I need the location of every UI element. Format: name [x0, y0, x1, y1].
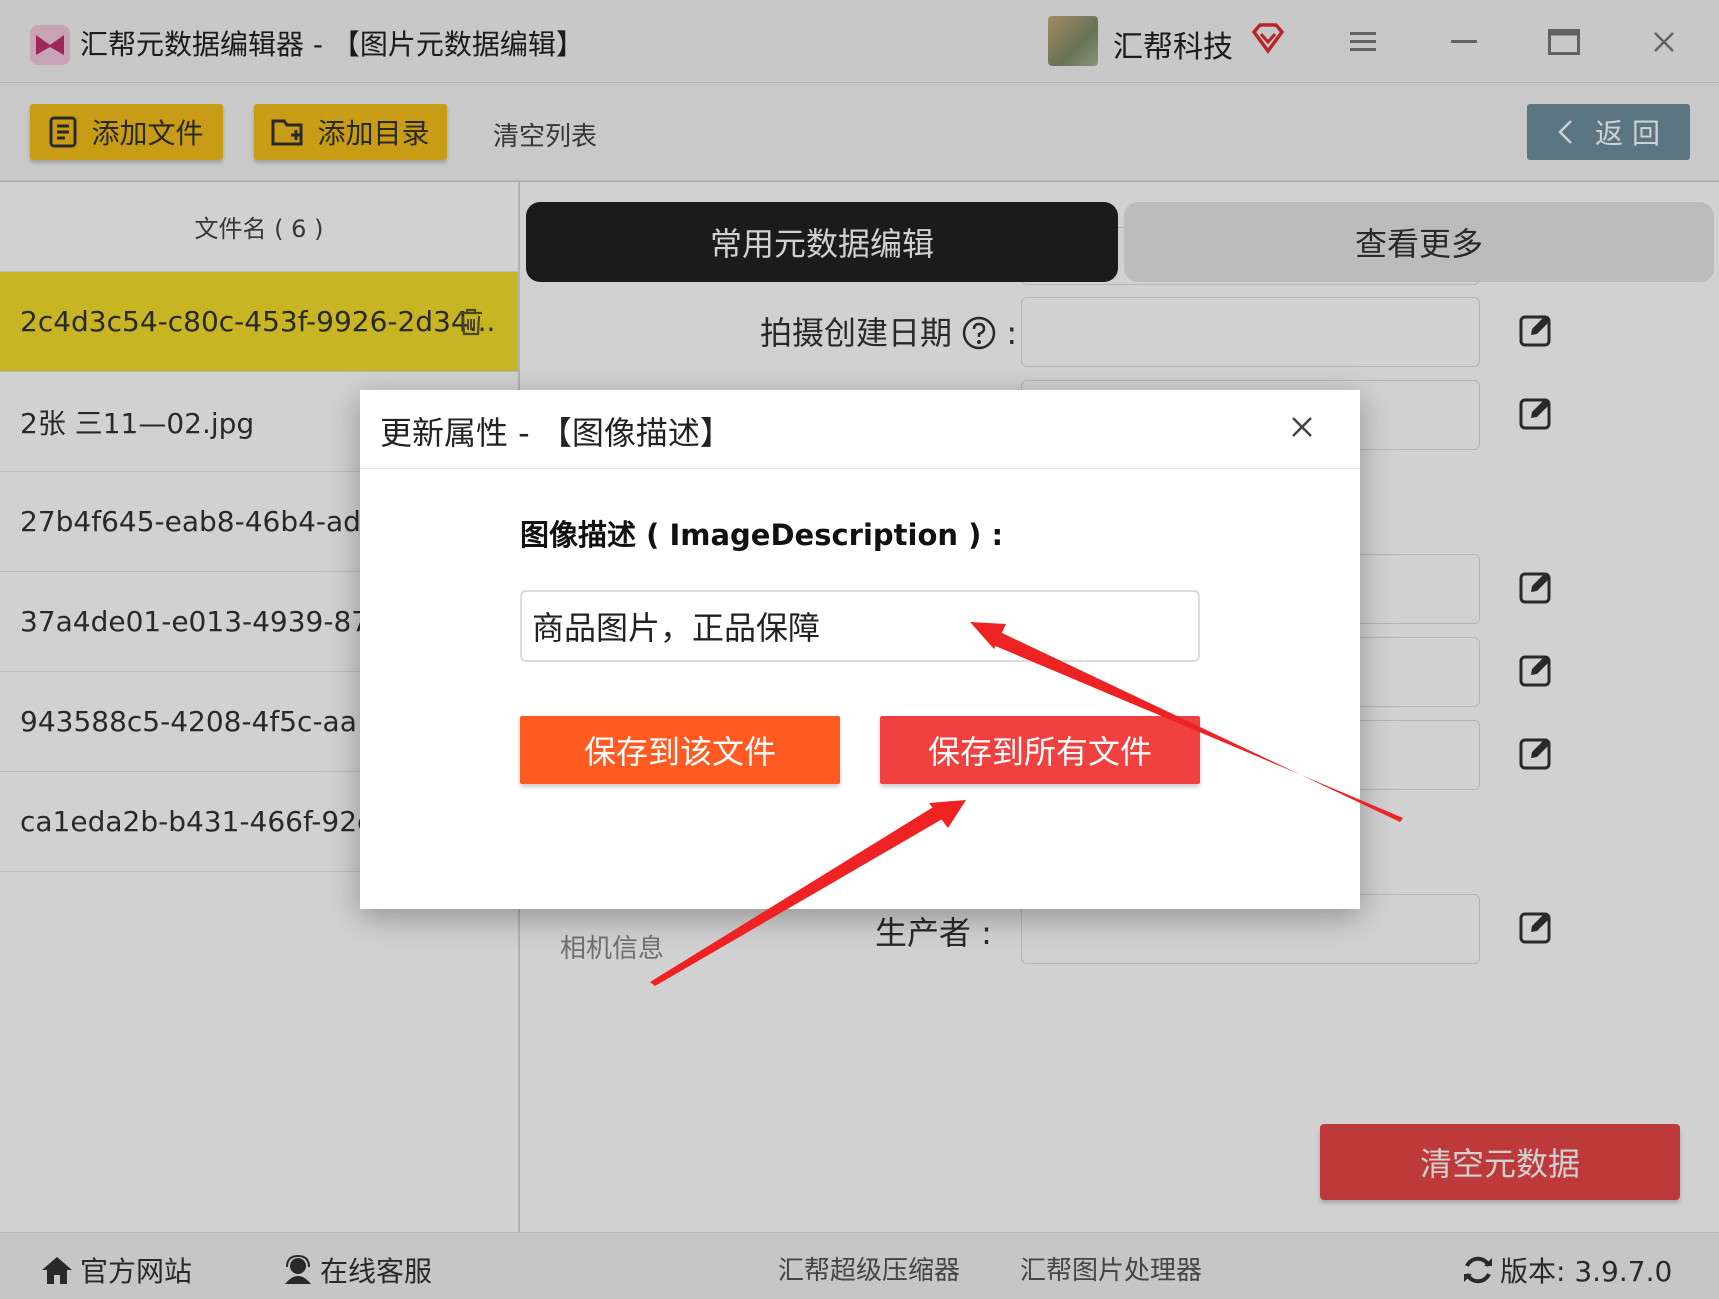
save-to-all-files-button[interactable]: 保存到所有文件: [880, 716, 1200, 784]
save-to-this-file-button[interactable]: 保存到该文件: [520, 716, 840, 784]
image-description-input[interactable]: [520, 590, 1200, 662]
close-icon[interactable]: [1290, 408, 1314, 448]
update-property-dialog: 更新属性 - 【图像描述】 图像描述 ( ImageDescription ) …: [360, 390, 1360, 909]
image-description-label: 图像描述 ( ImageDescription ) :: [520, 518, 1004, 552]
dialog-title: 更新属性 - 【图像描述】: [380, 414, 732, 452]
dialog-header: 更新属性 - 【图像描述】: [360, 390, 1360, 469]
